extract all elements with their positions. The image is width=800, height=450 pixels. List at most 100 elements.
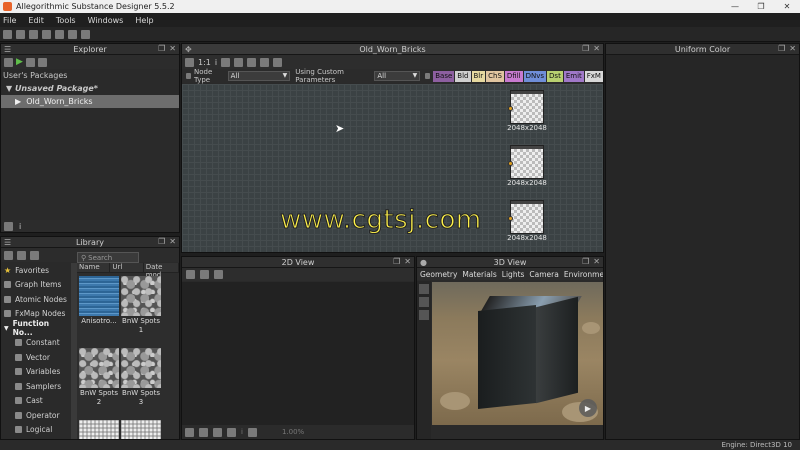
menu-materials[interactable]: Materials bbox=[462, 270, 496, 279]
library-thumbnail[interactable]: Anisotro... bbox=[79, 276, 119, 326]
menu-camera[interactable]: Camera bbox=[529, 270, 558, 279]
redo-icon[interactable] bbox=[81, 29, 90, 39]
node-type-select[interactable]: All ▼ bbox=[227, 71, 291, 81]
library-thumbnail[interactable]: BnW Spots 2 bbox=[79, 348, 119, 407]
save-icon[interactable] bbox=[42, 29, 51, 39]
zoom-value[interactable]: 1.00% bbox=[282, 428, 304, 436]
library-category-item[interactable]: Graph Items bbox=[1, 278, 71, 293]
rgba-icon[interactable] bbox=[227, 427, 236, 437]
pin-icon[interactable]: ☰ bbox=[4, 45, 11, 54]
menu-windows[interactable]: Windows bbox=[88, 16, 124, 25]
graph-item[interactable]: ▶ Old_Worn_Bricks bbox=[1, 95, 179, 108]
minimize-button[interactable]: — bbox=[722, 0, 748, 13]
float-icon[interactable]: ❐ bbox=[582, 44, 589, 53]
play-icon[interactable]: ▶ bbox=[16, 57, 23, 67]
filter-icon[interactable] bbox=[186, 73, 192, 79]
float-icon[interactable]: ❐ bbox=[393, 257, 400, 266]
tag-filter-chip[interactable]: Blr bbox=[471, 70, 486, 82]
library-category-item[interactable]: Variables bbox=[1, 365, 71, 380]
zoom-label[interactable]: 1:1 bbox=[198, 58, 211, 67]
library-thumbnail[interactable]: BnW Spots 1 bbox=[121, 276, 161, 335]
new-package-icon[interactable] bbox=[3, 29, 12, 39]
collapse-arrow-icon[interactable]: ▶ bbox=[15, 97, 26, 106]
library-category-item[interactable]: Atomic Nodes bbox=[1, 292, 71, 307]
fit-icon[interactable] bbox=[213, 427, 222, 437]
view2d-canvas[interactable] bbox=[182, 282, 414, 425]
tag-filter-chip[interactable]: Dfill bbox=[504, 70, 523, 82]
tile-icon[interactable] bbox=[199, 427, 208, 437]
expand-arrow-icon[interactable]: ▼ bbox=[6, 84, 15, 93]
custom-params-select[interactable]: All ▼ bbox=[374, 71, 421, 81]
sphere-icon[interactable]: ● bbox=[420, 258, 427, 267]
paint-icon[interactable] bbox=[260, 57, 270, 67]
close-panel-icon[interactable]: ✕ bbox=[789, 44, 796, 53]
menu-help[interactable]: Help bbox=[135, 16, 153, 25]
library-category-item[interactable]: ★ Favorites bbox=[1, 263, 71, 278]
library-category-item[interactable]: Logical bbox=[1, 423, 71, 438]
new-graph-icon[interactable] bbox=[16, 29, 25, 39]
menu-lights[interactable]: Lights bbox=[502, 270, 525, 279]
tool-icon[interactable] bbox=[419, 310, 429, 320]
float-icon[interactable]: ❐ bbox=[778, 44, 785, 53]
output-node[interactable] bbox=[508, 145, 544, 179]
channels-icon[interactable] bbox=[200, 270, 209, 279]
node-input-port[interactable] bbox=[508, 106, 513, 111]
node-input-port[interactable] bbox=[508, 216, 513, 221]
close-panel-icon[interactable]: ✕ bbox=[593, 257, 600, 266]
link-icon[interactable] bbox=[234, 57, 244, 67]
new-icon[interactable] bbox=[4, 57, 13, 67]
info-icon[interactable]: i bbox=[215, 58, 217, 67]
library-thumbnail[interactable]: BnW Spots 3 bbox=[121, 348, 161, 407]
undo-icon[interactable] bbox=[68, 29, 77, 39]
column-url[interactable]: Url bbox=[110, 263, 144, 272]
add-icon[interactable] bbox=[17, 250, 26, 260]
settings-icon[interactable] bbox=[273, 57, 283, 67]
float-icon[interactable]: ❐ bbox=[582, 257, 589, 266]
frame-icon[interactable] bbox=[185, 57, 194, 67]
info-icon[interactable]: i bbox=[19, 222, 21, 231]
output-node[interactable] bbox=[508, 90, 544, 124]
tag-filter-chip[interactable]: FxM bbox=[584, 70, 603, 82]
tag-filter-chip[interactable]: ChS bbox=[486, 70, 504, 82]
pin-icon[interactable]: ☰ bbox=[4, 238, 11, 247]
library-thumbnail[interactable] bbox=[121, 420, 161, 439]
library-category-item[interactable]: Samplers bbox=[1, 379, 71, 394]
node-input-port[interactable] bbox=[508, 161, 513, 166]
publish-icon[interactable] bbox=[25, 57, 35, 67]
play-icon[interactable]: ▶ bbox=[579, 399, 597, 417]
restore-button[interactable]: ❐ bbox=[748, 0, 774, 13]
tag-filter-icon[interactable] bbox=[425, 73, 431, 79]
align-icon[interactable] bbox=[247, 57, 257, 67]
histogram-icon[interactable] bbox=[247, 427, 257, 437]
export-icon[interactable] bbox=[214, 270, 223, 279]
library-category-item[interactable]: Cast bbox=[1, 394, 71, 409]
info-icon[interactable]: i bbox=[241, 428, 243, 436]
library-category-item[interactable]: Vector bbox=[1, 350, 71, 365]
view3d-viewport[interactable] bbox=[432, 282, 603, 425]
library-category-item[interactable]: Constant bbox=[1, 336, 71, 351]
close-panel-icon[interactable]: ✕ bbox=[169, 237, 176, 246]
column-name[interactable]: Name bbox=[77, 263, 111, 272]
menu-environment[interactable]: Environment bbox=[564, 270, 603, 279]
save-all-icon[interactable] bbox=[55, 29, 64, 39]
menu-tools[interactable]: Tools bbox=[56, 16, 76, 25]
menu-geometry[interactable]: Geometry bbox=[420, 270, 457, 279]
image-icon[interactable] bbox=[186, 270, 195, 279]
tag-filter-chip[interactable]: Bld bbox=[455, 70, 471, 82]
tag-filter-chip[interactable]: Emit bbox=[563, 70, 584, 82]
graph-canvas[interactable]: 2048x2048 2048x2048 2048x2048 ➤ www.cgts… bbox=[182, 84, 603, 252]
grid-icon[interactable] bbox=[185, 427, 194, 437]
tree-icon[interactable] bbox=[4, 221, 13, 231]
menu-edit[interactable]: Edit bbox=[28, 16, 44, 25]
close-panel-icon[interactable]: ✕ bbox=[404, 257, 411, 266]
close-button[interactable]: ✕ bbox=[774, 0, 800, 13]
tag-filter-chip[interactable]: DNvs bbox=[523, 70, 547, 82]
comment-icon[interactable] bbox=[221, 57, 231, 67]
package-item[interactable]: ▼ Unsaved Package* bbox=[1, 82, 179, 95]
tag-filter-chip[interactable]: Base bbox=[433, 70, 455, 82]
library-search[interactable]: ⚲ Search bbox=[77, 252, 139, 263]
column-date[interactable]: Date mod bbox=[144, 263, 179, 279]
float-icon[interactable]: ❐ bbox=[158, 44, 165, 53]
library-category-item[interactable]: Operator bbox=[1, 408, 71, 423]
open-icon[interactable] bbox=[29, 29, 38, 39]
